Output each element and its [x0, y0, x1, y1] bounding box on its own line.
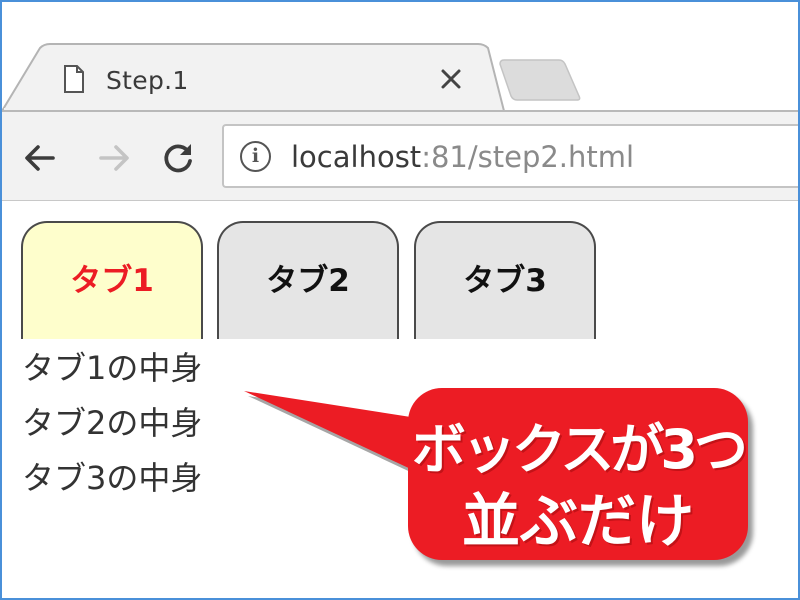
image-frame: [0, 0, 800, 600]
